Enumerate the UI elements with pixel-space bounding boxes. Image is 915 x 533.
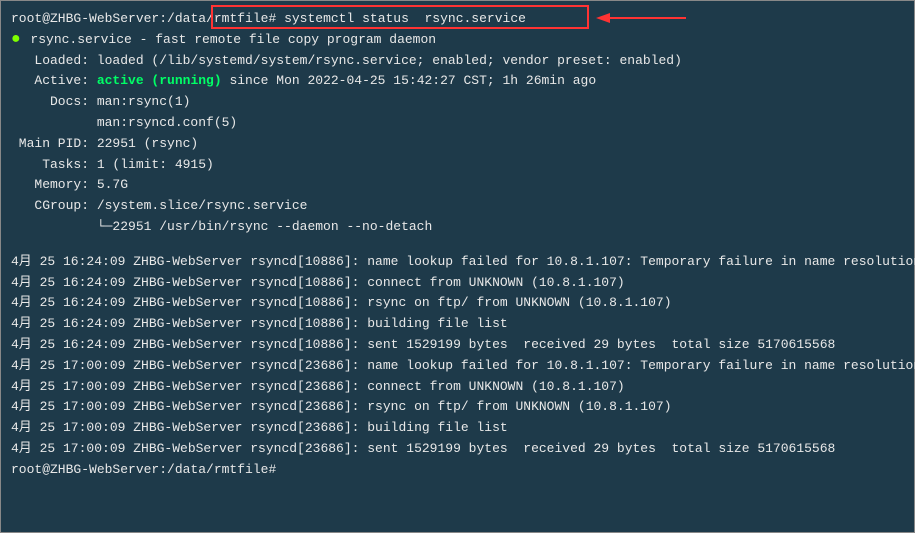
active-label: Active: [11,73,97,88]
log-line: 4月 25 16:24:09 ZHBG-WebServer rsyncd[108… [11,293,904,314]
prompt-user-host: root@ZHBG-WebServer [11,11,159,26]
prompt-line[interactable]: root@ZHBG-WebServer:/data/rmtfile# syste… [11,9,904,30]
service-header: ● rsync.service - fast remote file copy … [11,30,904,51]
tasks-line: Tasks: 1 (limit: 4915) [11,155,904,176]
active-status: active (running) [97,73,222,88]
log-block: 4月 25 16:24:09 ZHBG-WebServer rsyncd[108… [11,252,904,460]
log-line: 4月 25 16:24:09 ZHBG-WebServer rsyncd[108… [11,335,904,356]
typed-command: systemctl status rsync.service [284,11,526,26]
cgroup-child-line: └─22951 /usr/bin/rsync --daemon --no-det… [11,217,904,238]
terminal-output: root@ZHBG-WebServer:/data/rmtfile# syste… [11,9,904,481]
log-line: 4月 25 17:00:09 ZHBG-WebServer rsyncd[236… [11,356,904,377]
log-line: 4月 25 17:00:09 ZHBG-WebServer rsyncd[236… [11,418,904,439]
prompt-line-2[interactable]: root@ZHBG-WebServer:/data/rmtfile# [11,460,904,481]
log-line: 4月 25 17:00:09 ZHBG-WebServer rsyncd[236… [11,439,904,460]
log-line: 4月 25 17:00:09 ZHBG-WebServer rsyncd[236… [11,377,904,398]
active-line: Active: active (running) since Mon 2022-… [11,71,904,92]
prompt-path: :/data/rmtfile# [159,11,276,26]
mainpid-line: Main PID: 22951 (rsync) [11,134,904,155]
memory-line: Memory: 5.7G [11,175,904,196]
status-dot-icon: ● [11,31,21,47]
service-title: rsync.service - fast remote file copy pr… [30,32,436,47]
log-line: 4月 25 16:24:09 ZHBG-WebServer rsyncd[108… [11,314,904,335]
docs-line-2: man:rsyncd.conf(5) [11,113,904,134]
active-since: since Mon 2022-04-25 15:42:27 CST; 1h 26… [222,73,596,88]
log-line: 4月 25 16:24:09 ZHBG-WebServer rsyncd[108… [11,252,904,273]
loaded-line: Loaded: loaded (/lib/systemd/system/rsyn… [11,51,904,72]
log-line: 4月 25 17:00:09 ZHBG-WebServer rsyncd[236… [11,397,904,418]
cgroup-line: CGroup: /system.slice/rsync.service [11,196,904,217]
docs-line-1: Docs: man:rsync(1) [11,92,904,113]
log-line: 4月 25 16:24:09 ZHBG-WebServer rsyncd[108… [11,273,904,294]
